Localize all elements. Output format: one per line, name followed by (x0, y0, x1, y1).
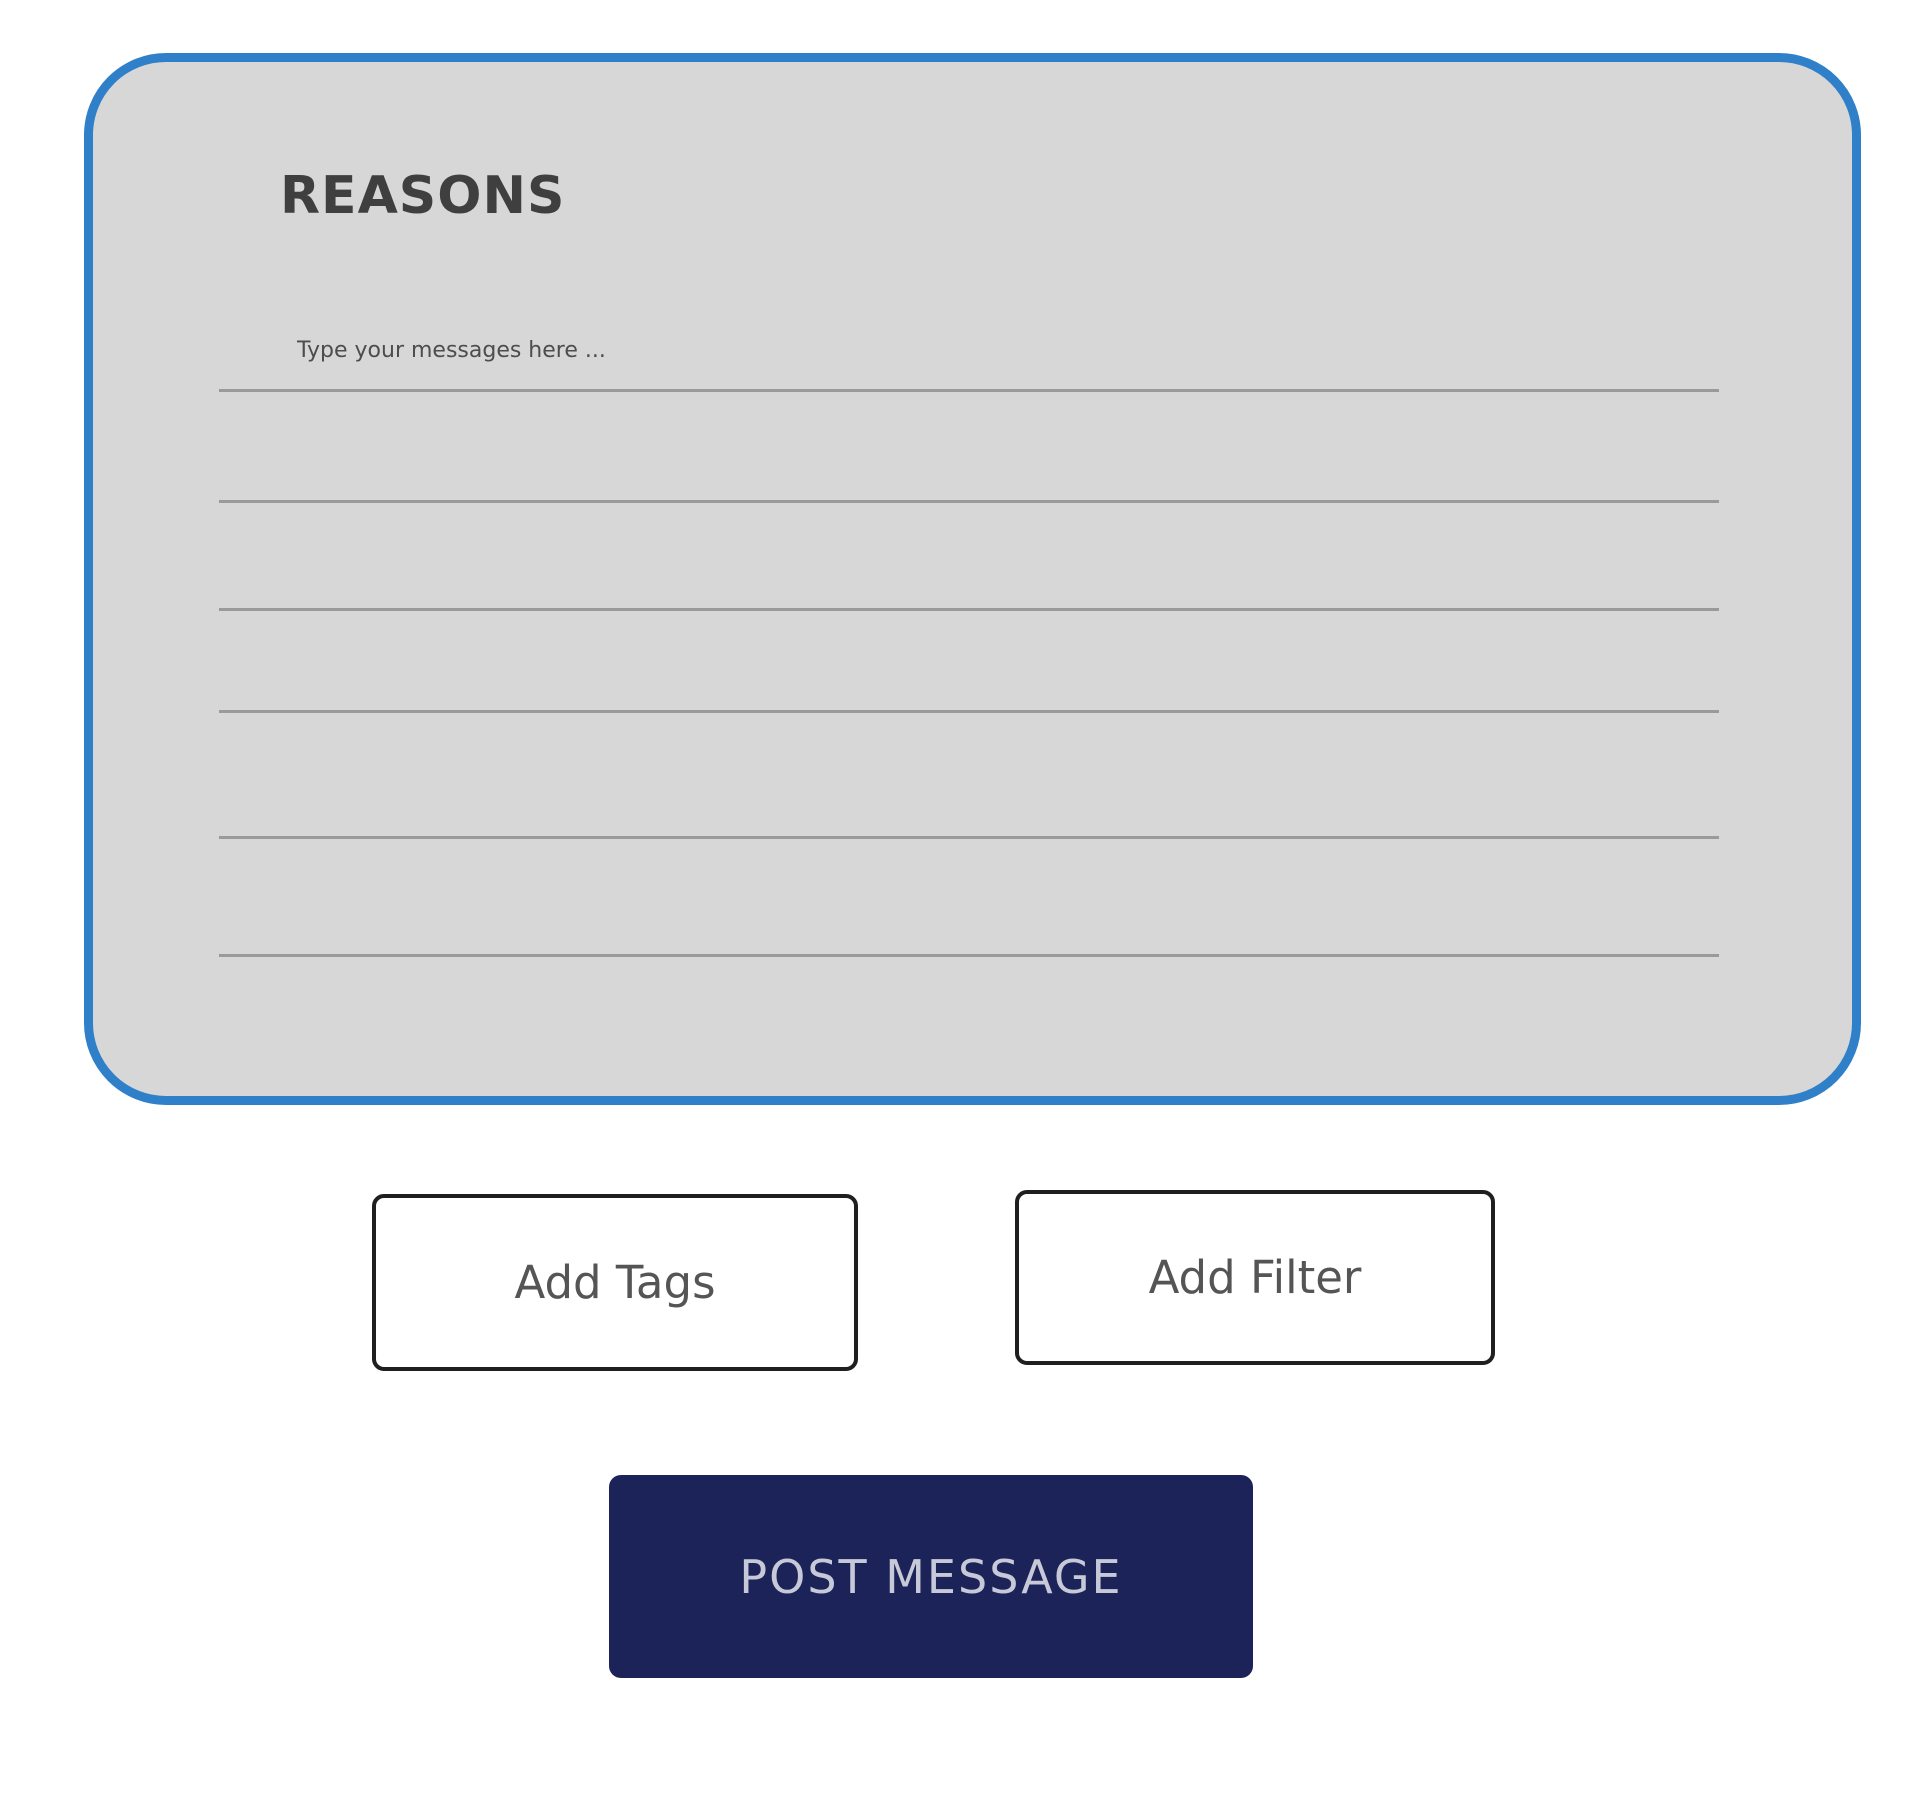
message-input[interactable] (219, 312, 1719, 392)
post-message-page: REASONS Add Tags Add Filter POST MESSAGE (0, 0, 1920, 1796)
post-message-button[interactable]: POST MESSAGE (609, 1475, 1253, 1678)
message-area (219, 312, 1719, 1022)
ruled-line (219, 954, 1719, 957)
add-tags-button[interactable]: Add Tags (372, 1194, 858, 1371)
card-title: REASONS (280, 166, 566, 226)
ruled-line (219, 500, 1719, 503)
ruled-line (219, 710, 1719, 713)
add-filter-button[interactable]: Add Filter (1015, 1190, 1495, 1365)
reasons-card: REASONS (84, 53, 1861, 1105)
ruled-line (219, 836, 1719, 839)
ruled-line (219, 608, 1719, 611)
